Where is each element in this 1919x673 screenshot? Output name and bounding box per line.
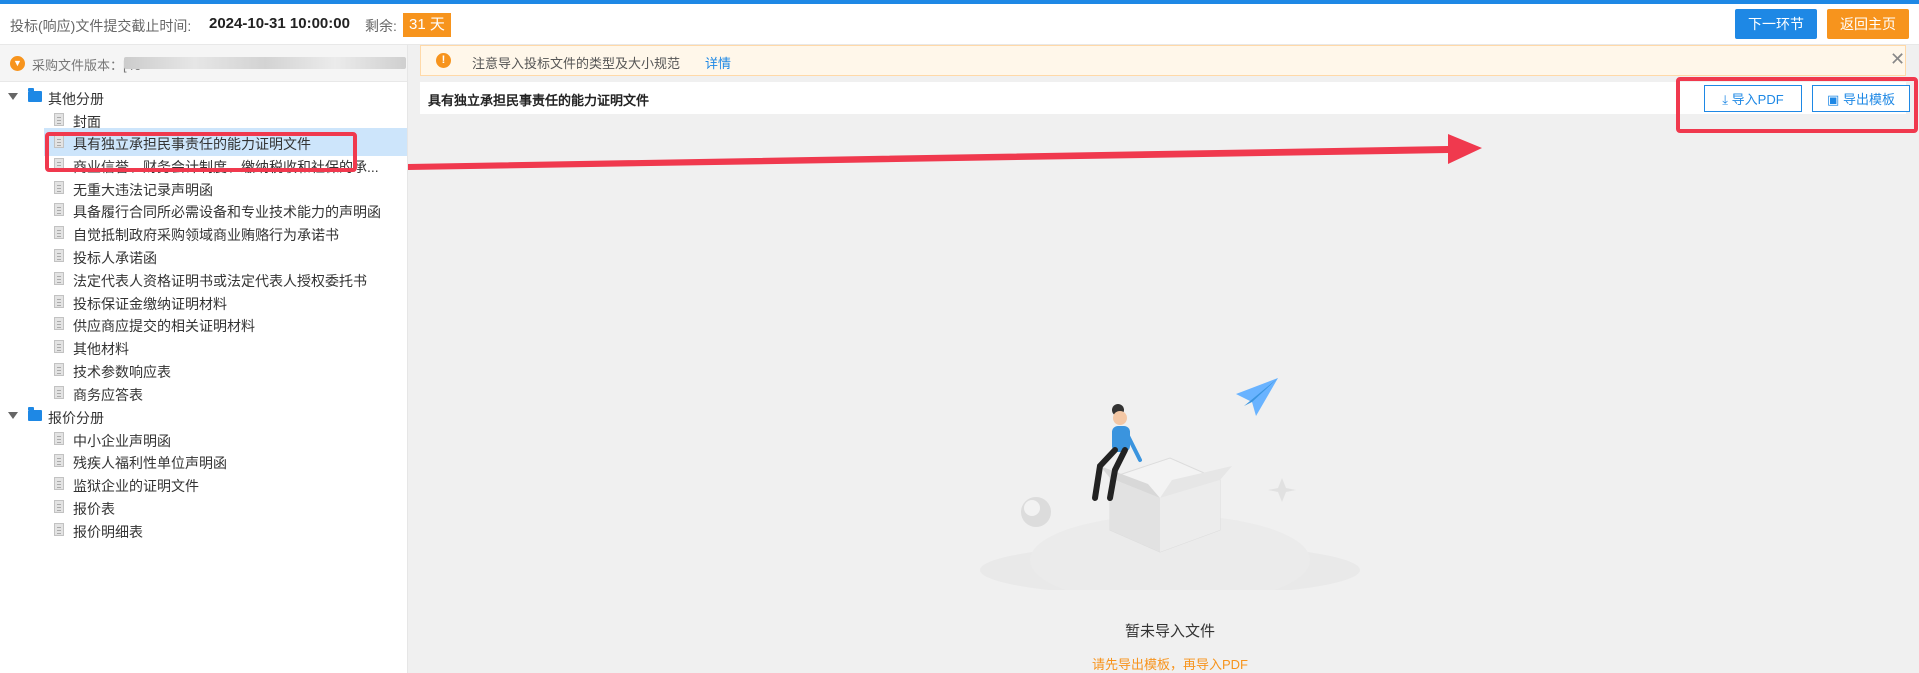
annotation-arrow	[408, 134, 1482, 170]
empty-state-title: 暂未导入文件	[1124, 623, 1215, 640]
empty-state-hint: 请先导出模板，再导入PDF	[1091, 657, 1248, 672]
arrow-shape	[408, 134, 1482, 170]
empty-illustration	[980, 378, 1360, 590]
